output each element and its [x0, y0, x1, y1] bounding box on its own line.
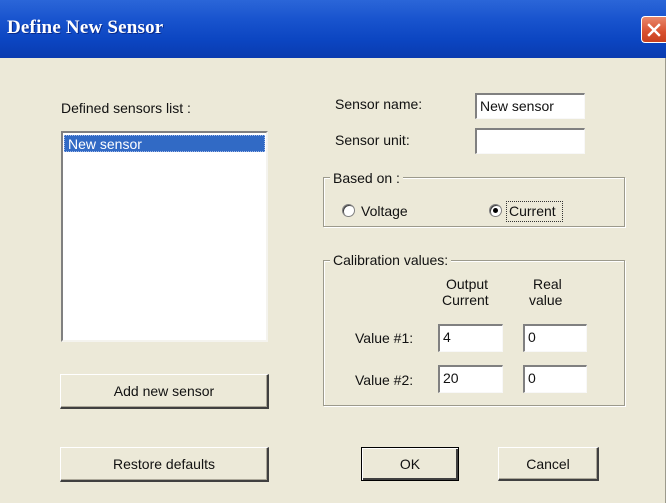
- ok-button-label: OK: [399, 456, 421, 472]
- voltage-radio[interactable]: [342, 204, 355, 217]
- list-item[interactable]: New sensor: [64, 135, 265, 152]
- value-2-output-input[interactable]: 20: [438, 365, 503, 393]
- dialog-window: Define New Sensor Defined sensors list :…: [0, 0, 666, 503]
- value-2-label: Value #2:: [355, 372, 414, 388]
- calibration-legend: Calibration values:: [330, 252, 452, 268]
- voltage-radio-label[interactable]: Voltage: [361, 203, 408, 219]
- sensor-unit-input[interactable]: [475, 128, 585, 154]
- sensors-listbox[interactable]: New sensor: [61, 131, 268, 342]
- sensors-list-label: Defined sensors list :: [61, 100, 191, 116]
- ok-button[interactable]: OK: [361, 447, 459, 481]
- sensor-name-label: Sensor name:: [335, 96, 423, 112]
- output-column-header: Output: [446, 276, 489, 292]
- title-bar[interactable]: Define New Sensor: [0, 0, 666, 58]
- sensor-name-input[interactable]: New sensor: [475, 93, 585, 119]
- value-2-real-input[interactable]: 0: [523, 365, 587, 393]
- cancel-button[interactable]: Cancel: [498, 447, 599, 481]
- restore-defaults-button[interactable]: Restore defaults: [60, 447, 269, 482]
- based-on-legend: Based on :: [330, 170, 403, 186]
- value-1-real-input[interactable]: 0: [523, 324, 587, 352]
- output-column-header-line2: Current: [442, 292, 489, 308]
- value-1-output-input[interactable]: 4: [438, 324, 503, 352]
- current-radio[interactable]: [489, 204, 502, 217]
- add-new-sensor-button[interactable]: Add new sensor: [60, 374, 269, 409]
- window-title: Define New Sensor: [7, 17, 164, 38]
- close-icon: [647, 23, 661, 37]
- value-1-label: Value #1:: [355, 330, 414, 346]
- sensor-unit-label: Sensor unit:: [335, 132, 410, 148]
- radio-selected-dot: [493, 208, 498, 213]
- real-column-header: Real: [533, 276, 562, 292]
- close-button[interactable]: [641, 16, 666, 43]
- real-column-header-line2: value: [529, 292, 563, 308]
- current-radio-label[interactable]: Current: [509, 203, 556, 219]
